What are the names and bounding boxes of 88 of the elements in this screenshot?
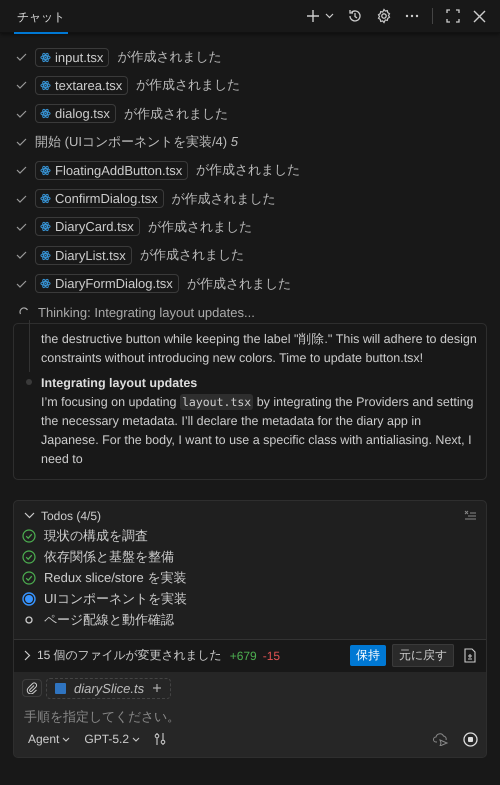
file-name: ConfirmDialog.tsx <box>55 191 158 206</box>
check-icon <box>16 110 27 118</box>
file-chip[interactable]: DiaryList.tsx <box>35 246 132 265</box>
react-icon <box>40 221 51 232</box>
attach-button[interactable] <box>22 679 42 698</box>
todo-text: UIコンポーネントを実装 <box>44 590 187 608</box>
plus-icon[interactable] <box>305 8 321 24</box>
chevron-right-icon[interactable] <box>24 650 31 662</box>
check-icon <box>16 222 27 231</box>
check-icon <box>16 53 27 62</box>
history-icon[interactable] <box>347 8 363 24</box>
paperclip-icon <box>26 682 38 694</box>
check-icon <box>16 280 27 288</box>
file-name: FloatingAddButton.tsx <box>55 162 182 178</box>
file-chip[interactable]: DiaryFormDialog.tsx <box>35 274 179 294</box>
file-chip[interactable]: ConfirmDialog.tsx <box>35 189 164 208</box>
chevron-down-icon <box>62 736 70 742</box>
radio-icon <box>22 592 36 606</box>
status-text: が作成されました <box>172 190 276 208</box>
file-name: DiaryFormDialog.tsx <box>55 276 173 292</box>
thinking-heading: Integrating layout updates <box>41 374 198 392</box>
removed-count: -15 <box>262 648 280 663</box>
file-chip[interactable]: textarea.tsx <box>35 76 128 95</box>
status-text: が作成されました <box>140 246 244 264</box>
check-icon <box>16 166 27 174</box>
status-text: が作成されました <box>136 76 240 94</box>
check-icon <box>16 81 27 90</box>
todo-text: ページ配線と動作確認 <box>44 611 174 630</box>
typescript-file-icon <box>55 682 66 694</box>
file-chip[interactable]: DiaryCard.tsx <box>35 217 140 236</box>
react-icon <box>40 193 51 204</box>
status-text: が作成されました <box>124 104 228 123</box>
step-text: 開始 (UIコンポーネントを実装/4) 5 <box>35 133 238 152</box>
settings-icon[interactable] <box>376 8 392 24</box>
status-text: が作成されました <box>196 161 300 180</box>
document-icon[interactable] <box>464 648 476 664</box>
react-icon <box>40 278 51 290</box>
stop-icon[interactable] <box>463 732 478 747</box>
chevron-down-icon <box>132 736 140 742</box>
react-icon <box>40 80 51 91</box>
status-text: が作成されました <box>148 218 252 236</box>
undo-button[interactable]: 元に戻す <box>392 644 454 668</box>
react-icon <box>40 52 51 63</box>
mode-dropdown[interactable]: Agent <box>28 732 70 746</box>
file-name: input.tsx <box>55 50 104 65</box>
check-circle-icon <box>22 550 36 564</box>
file-name: dialog.tsx <box>55 106 110 122</box>
fullscreen-icon[interactable] <box>446 9 460 23</box>
file-name: diarySlice.ts <box>74 680 144 696</box>
close-icon[interactable] <box>473 10 486 22</box>
check-icon <box>16 138 27 146</box>
status-text: が作成されました <box>117 48 222 66</box>
status-text: が作成されました <box>186 274 291 293</box>
react-icon <box>40 108 51 120</box>
file-chip[interactable]: input.tsx <box>35 48 110 67</box>
react-icon <box>40 164 51 176</box>
cloud-send-icon[interactable] <box>433 732 449 746</box>
file-chip[interactable]: dialog.tsx <box>35 104 116 124</box>
file-name: DiaryCard.tsx <box>55 219 134 234</box>
file-name: DiaryList.tsx <box>55 248 126 263</box>
thinking-text: I’m focusing on updating layout.tsx by integrating the Providers and setting the necessary metadata. I’ll declare the metadata for the diary app in Japanese. For the body, I want to use a specific class with antialiasing. Next, I need to <box>41 392 475 468</box>
check-circle-icon <box>22 571 36 586</box>
todo-text: Redux slice/store を実装 <box>44 569 186 588</box>
more-icon[interactable] <box>405 14 419 18</box>
react-icon <box>40 250 51 261</box>
thinking-status: Thinking: Integrating layout updates... <box>38 304 255 320</box>
chat-tab[interactable]: チャット <box>14 2 68 34</box>
check-circle-icon <box>22 529 36 544</box>
clear-list-icon[interactable] <box>464 510 476 522</box>
chevron-down-icon[interactable] <box>24 512 35 520</box>
plus-icon[interactable] <box>152 683 162 694</box>
chat-input-field[interactable]: diarySlice.ts 手順を指定してください。 Agent GPT-5.2 <box>14 672 486 757</box>
todo-text: 現状の構成を調査 <box>44 527 148 546</box>
thinking-text: the destructive button while keeping the label "削除." This will adhere to design constraints without introducing new colors. Time to update button.tsx! <box>41 330 478 367</box>
model-dropdown[interactable]: GPT-5.2 <box>84 732 140 746</box>
tools-icon[interactable] <box>154 732 166 746</box>
todo-text: 依存関係と基盤を整備 <box>44 548 174 566</box>
check-icon <box>16 194 27 203</box>
todo-title[interactable]: Todos (4/5) <box>41 508 102 523</box>
bullet-icon <box>26 378 32 385</box>
inline-code: layout.tsx <box>180 394 254 410</box>
file-name: textarea.tsx <box>55 78 122 93</box>
changes-text: 15 個のファイルが変更されました <box>37 647 222 664</box>
file-chip[interactable]: FloatingAddButton.tsx <box>35 160 188 180</box>
chevron-down-icon[interactable] <box>325 13 334 19</box>
added-count: +679 <box>230 648 257 663</box>
keep-button[interactable]: 保持 <box>350 645 386 666</box>
check-icon <box>16 251 27 260</box>
